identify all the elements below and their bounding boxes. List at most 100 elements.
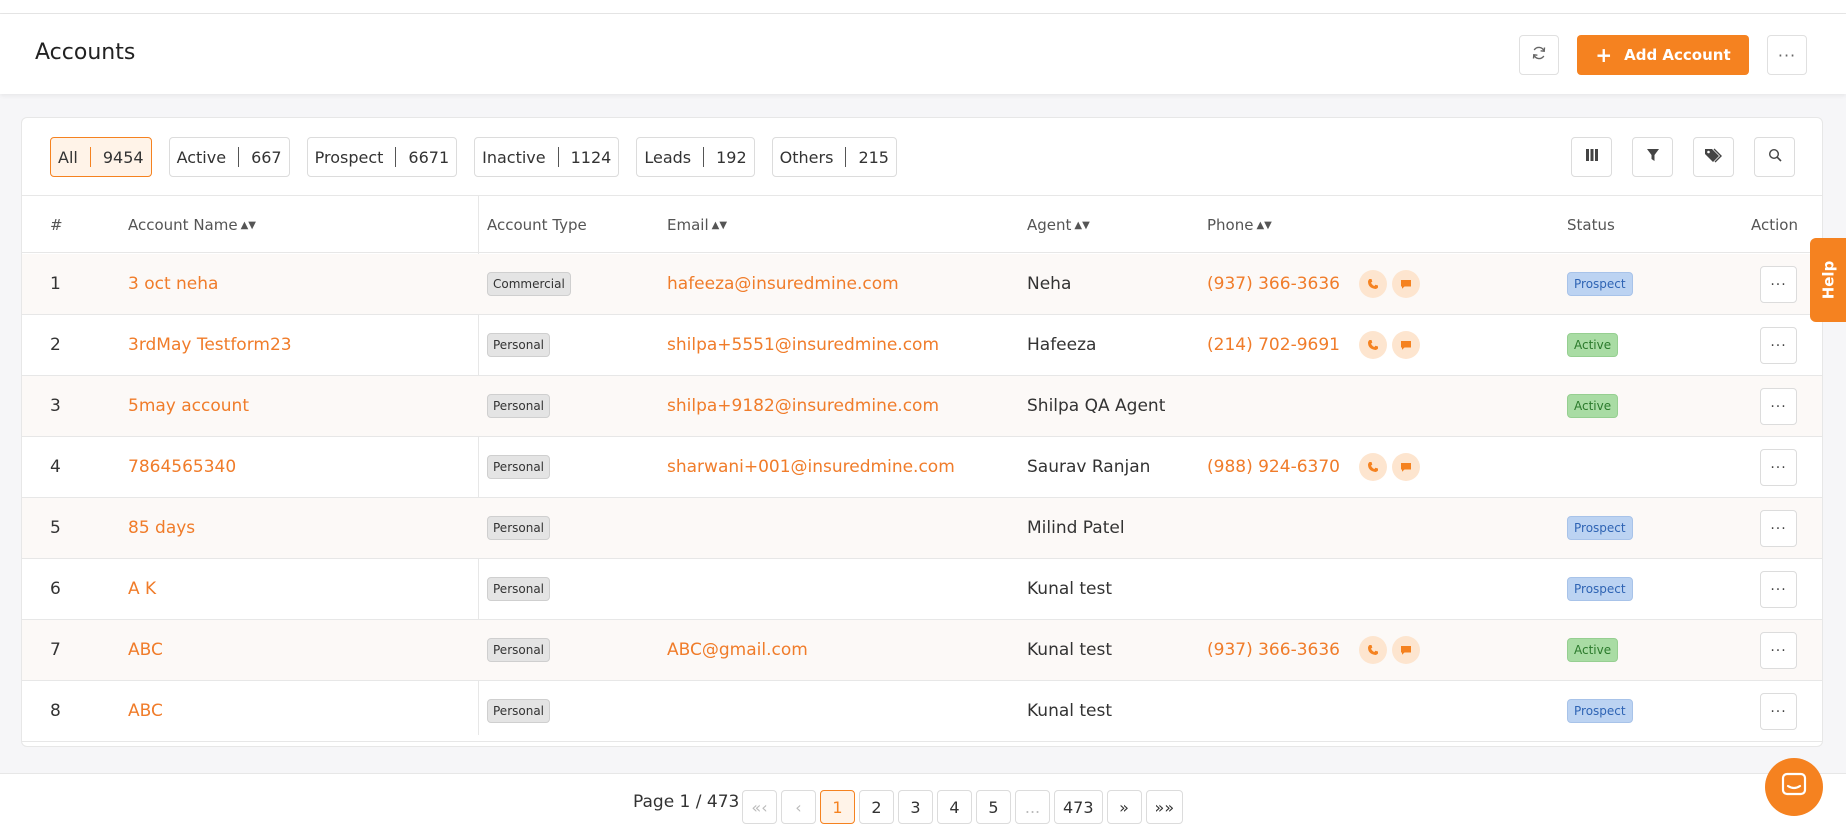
account-name-link[interactable]: 7864565340 — [128, 437, 236, 497]
status-cell: Active — [1567, 376, 1619, 436]
account-name-link[interactable]: 5may account — [128, 376, 249, 436]
phone-icon[interactable] — [1358, 331, 1387, 359]
row-number: 1 — [50, 274, 61, 294]
prev-page-button[interactable]: ‹ — [781, 790, 816, 824]
status-cell: Prospect — [1567, 559, 1633, 619]
account-type-badge: Personal — [487, 577, 551, 601]
search-button[interactable] — [1754, 137, 1795, 177]
add-account-label: Add Account — [1624, 46, 1731, 64]
phone-icon[interactable] — [1358, 636, 1387, 664]
ellipsis-icon: ··· — [1770, 276, 1787, 293]
page-header: Accounts + Add Account ··· — [0, 14, 1846, 94]
message-icon[interactable] — [1391, 270, 1420, 298]
row-number: 2 — [50, 335, 61, 355]
filter-label: All — [58, 147, 78, 167]
help-tab[interactable]: Help — [1810, 238, 1846, 322]
status-cell: Prospect — [1567, 254, 1633, 314]
column-account-name[interactable]: Account Name ▲▼ — [128, 196, 256, 254]
chat-launcher[interactable] — [1765, 758, 1823, 816]
accounts-card: All 9454 Active 667 Prospect 6671 Inactive 1124… — [21, 117, 1823, 747]
email-link[interactable]: ABC@gmail.com — [667, 620, 808, 680]
agent-name: Kunal test — [1027, 640, 1113, 660]
agent-name: Hafeeza — [1027, 335, 1097, 355]
email-link[interactable]: shilpa+9182@insuredmine.com — [667, 376, 939, 436]
phone-icon[interactable] — [1358, 453, 1387, 481]
account-name-link[interactable]: ABC — [128, 681, 163, 741]
account-name-link[interactable]: 3rdMay Testform23 — [128, 315, 292, 375]
row-action-button[interactable]: ··· — [1760, 388, 1797, 425]
column-phone[interactable]: Phone ▲▼ — [1207, 196, 1272, 254]
phone-link[interactable]: (988) 924-6370 — [1207, 457, 1340, 477]
first-page-button[interactable]: «‹ — [742, 790, 777, 824]
row-number: 5 — [50, 518, 61, 538]
sort-icon: ▲▼ — [1256, 219, 1272, 231]
page-button-4[interactable]: 4 — [937, 790, 972, 824]
status-badge: Active — [1567, 638, 1619, 662]
filter-chip-others[interactable]: Others 215 — [771, 137, 897, 177]
table-row: 6 A K Personal Kunal test Prospect ··· — [22, 559, 1822, 620]
columns-button[interactable] — [1571, 137, 1612, 177]
pagination-bar: Page 1 / 473 «‹ ‹ 1 2 3 4 5... 473»»» — [0, 773, 1846, 837]
filter-chip-leads[interactable]: Leads 192 — [636, 137, 755, 177]
message-icon[interactable] — [1391, 636, 1420, 664]
add-account-button[interactable]: + Add Account — [1577, 35, 1749, 75]
refresh-button[interactable] — [1519, 35, 1559, 75]
next-page-button[interactable]: » — [1106, 790, 1142, 824]
page-button-2[interactable]: 2 — [859, 790, 894, 824]
column-email[interactable]: Email ▲▼ — [667, 196, 727, 254]
filter-chip-active[interactable]: Active 667 — [168, 137, 290, 177]
row-action-button[interactable]: ··· — [1760, 266, 1797, 303]
phone-link[interactable]: (937) 366-3636 — [1207, 274, 1340, 294]
row-number: 4 — [50, 457, 61, 477]
phone-icon[interactable] — [1358, 270, 1387, 298]
filter-button[interactable] — [1632, 137, 1673, 177]
email-link[interactable]: hafeeza@insuredmine.com — [667, 254, 899, 314]
phone-link[interactable]: (937) 366-3636 — [1207, 640, 1340, 660]
last-page-button[interactable]: »» — [1145, 790, 1184, 824]
page-button-473[interactable]: 473 — [1054, 790, 1103, 824]
header-more-button[interactable]: ··· — [1767, 35, 1807, 75]
tags-button[interactable] — [1693, 137, 1734, 177]
message-icon[interactable] — [1391, 331, 1420, 359]
ellipsis-icon: ··· — [1770, 642, 1787, 659]
phone-link[interactable]: (214) 702-9691 — [1207, 335, 1340, 355]
filter-count: 1124 — [570, 147, 612, 167]
account-name-link[interactable]: ABC — [128, 620, 163, 680]
account-name-link[interactable]: A K — [128, 559, 156, 619]
table-row: 8 ABC Personal Kunal test Prospect ··· — [22, 681, 1822, 742]
table-row: 7 ABC Personal ABC@gmail.com Kunal test (937)… — [22, 620, 1822, 681]
account-name-link[interactable]: 3 oct neha — [128, 254, 218, 314]
filter-chip-inactive[interactable]: Inactive 1124 — [474, 137, 620, 177]
filter-count: 192 — [716, 147, 747, 167]
row-action-button[interactable]: ··· — [1760, 327, 1797, 364]
row-action-button[interactable]: ··· — [1760, 571, 1797, 608]
account-type-badge: Personal — [487, 455, 551, 479]
message-icon[interactable] — [1391, 453, 1420, 481]
row-action-button[interactable]: ··· — [1760, 449, 1797, 486]
filter-label: Prospect — [314, 147, 384, 167]
filter-chip-all[interactable]: All 9454 — [50, 137, 152, 177]
row-action-button[interactable]: ··· — [1760, 632, 1797, 669]
agent-name: Kunal test — [1027, 579, 1113, 599]
page-button-5[interactable]: 5 — [976, 790, 1011, 824]
status-filters: All 9454 Active 667 Prospect 6671 Inactive 1124… — [50, 137, 897, 177]
page-ellipsis[interactable]: ... — [1015, 790, 1050, 824]
column-account-name-label: Account Name — [128, 216, 238, 234]
email-link[interactable]: sharwani+001@insuredmine.com — [667, 437, 955, 497]
account-name-link[interactable]: 85 days — [128, 498, 195, 558]
sort-icon: ▲▼ — [711, 219, 728, 231]
row-number: 3 — [50, 396, 61, 416]
page-button-1[interactable]: 1 — [820, 790, 855, 824]
account-type-badge: Personal — [487, 699, 551, 723]
row-action-button[interactable]: ··· — [1760, 693, 1797, 730]
filter-label: Leads — [644, 147, 692, 167]
column-status: Status — [1567, 216, 1615, 234]
page-button-3[interactable]: 3 — [898, 790, 933, 824]
sort-icon: ▲▼ — [1074, 219, 1090, 231]
filter-chip-prospect[interactable]: Prospect 6671 — [306, 137, 458, 177]
row-number: 7 — [50, 640, 61, 660]
email-link[interactable]: shilpa+5551@insuredmine.com — [667, 315, 939, 375]
column-agent[interactable]: Agent ▲▼ — [1027, 196, 1090, 254]
row-action-button[interactable]: ··· — [1760, 510, 1797, 547]
filter-icon — [1646, 148, 1660, 166]
